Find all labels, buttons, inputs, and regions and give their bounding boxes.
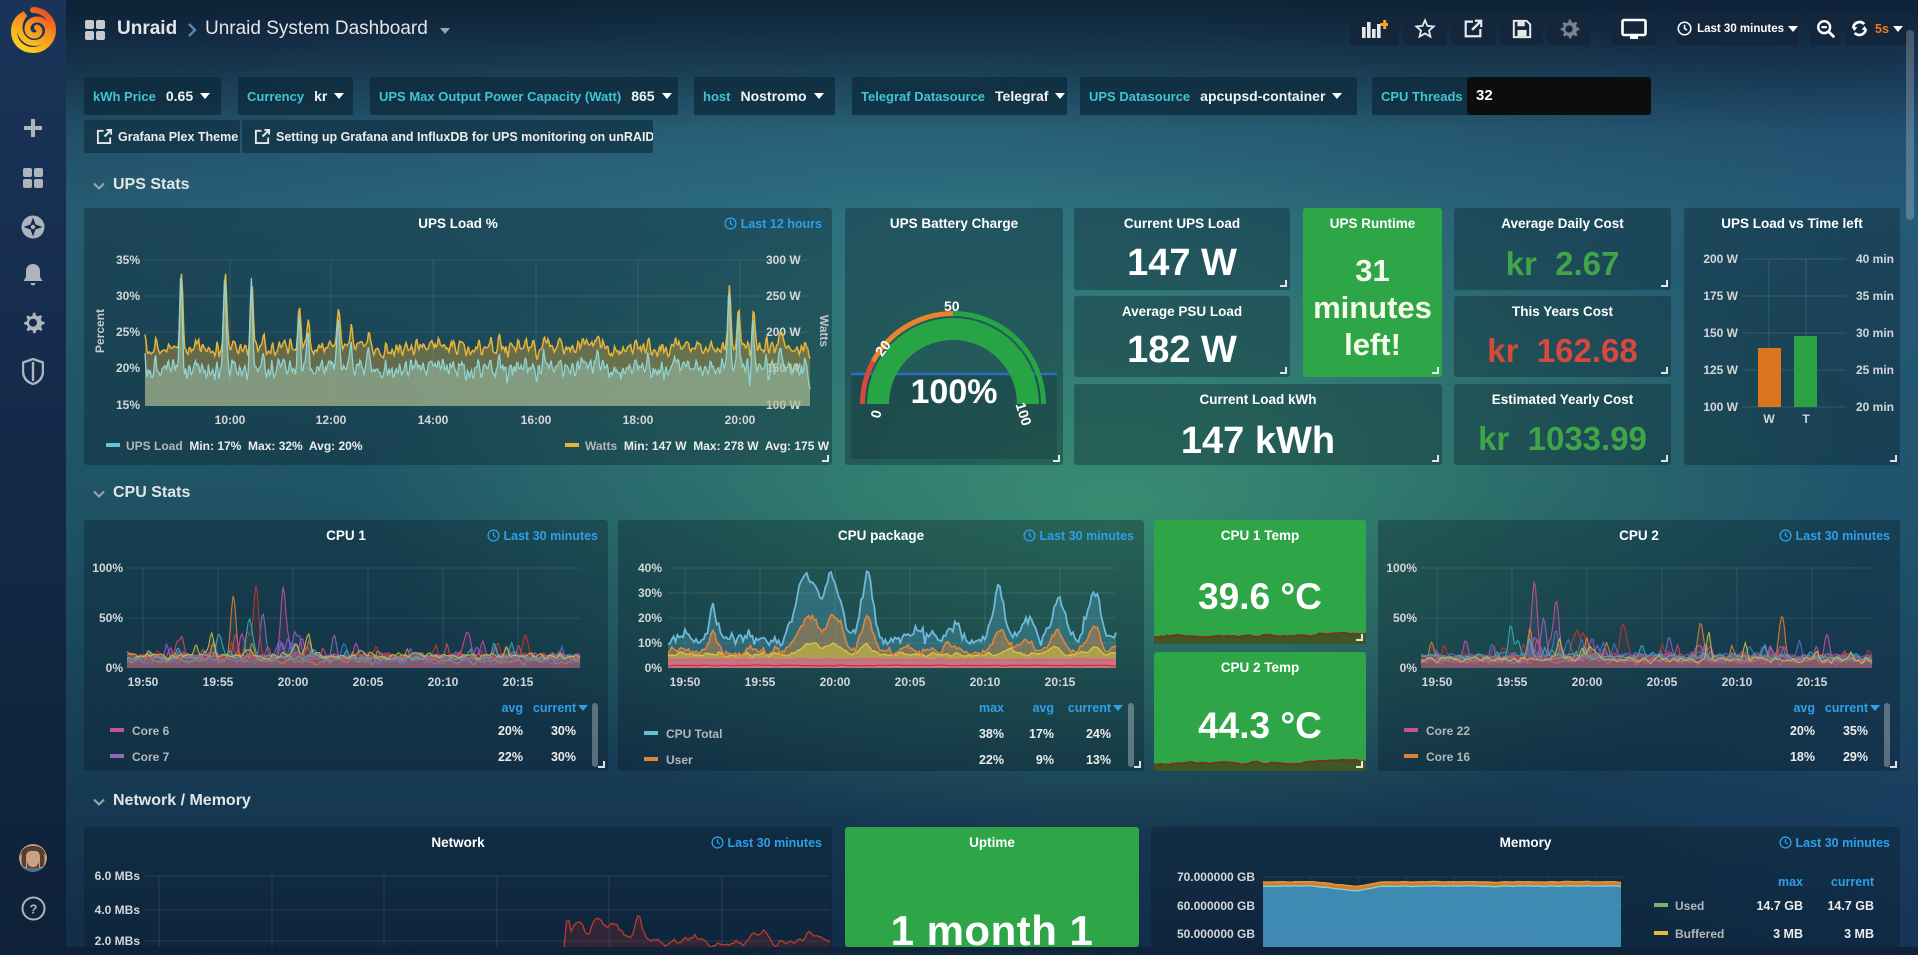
svg-text:?: ? — [30, 902, 38, 917]
